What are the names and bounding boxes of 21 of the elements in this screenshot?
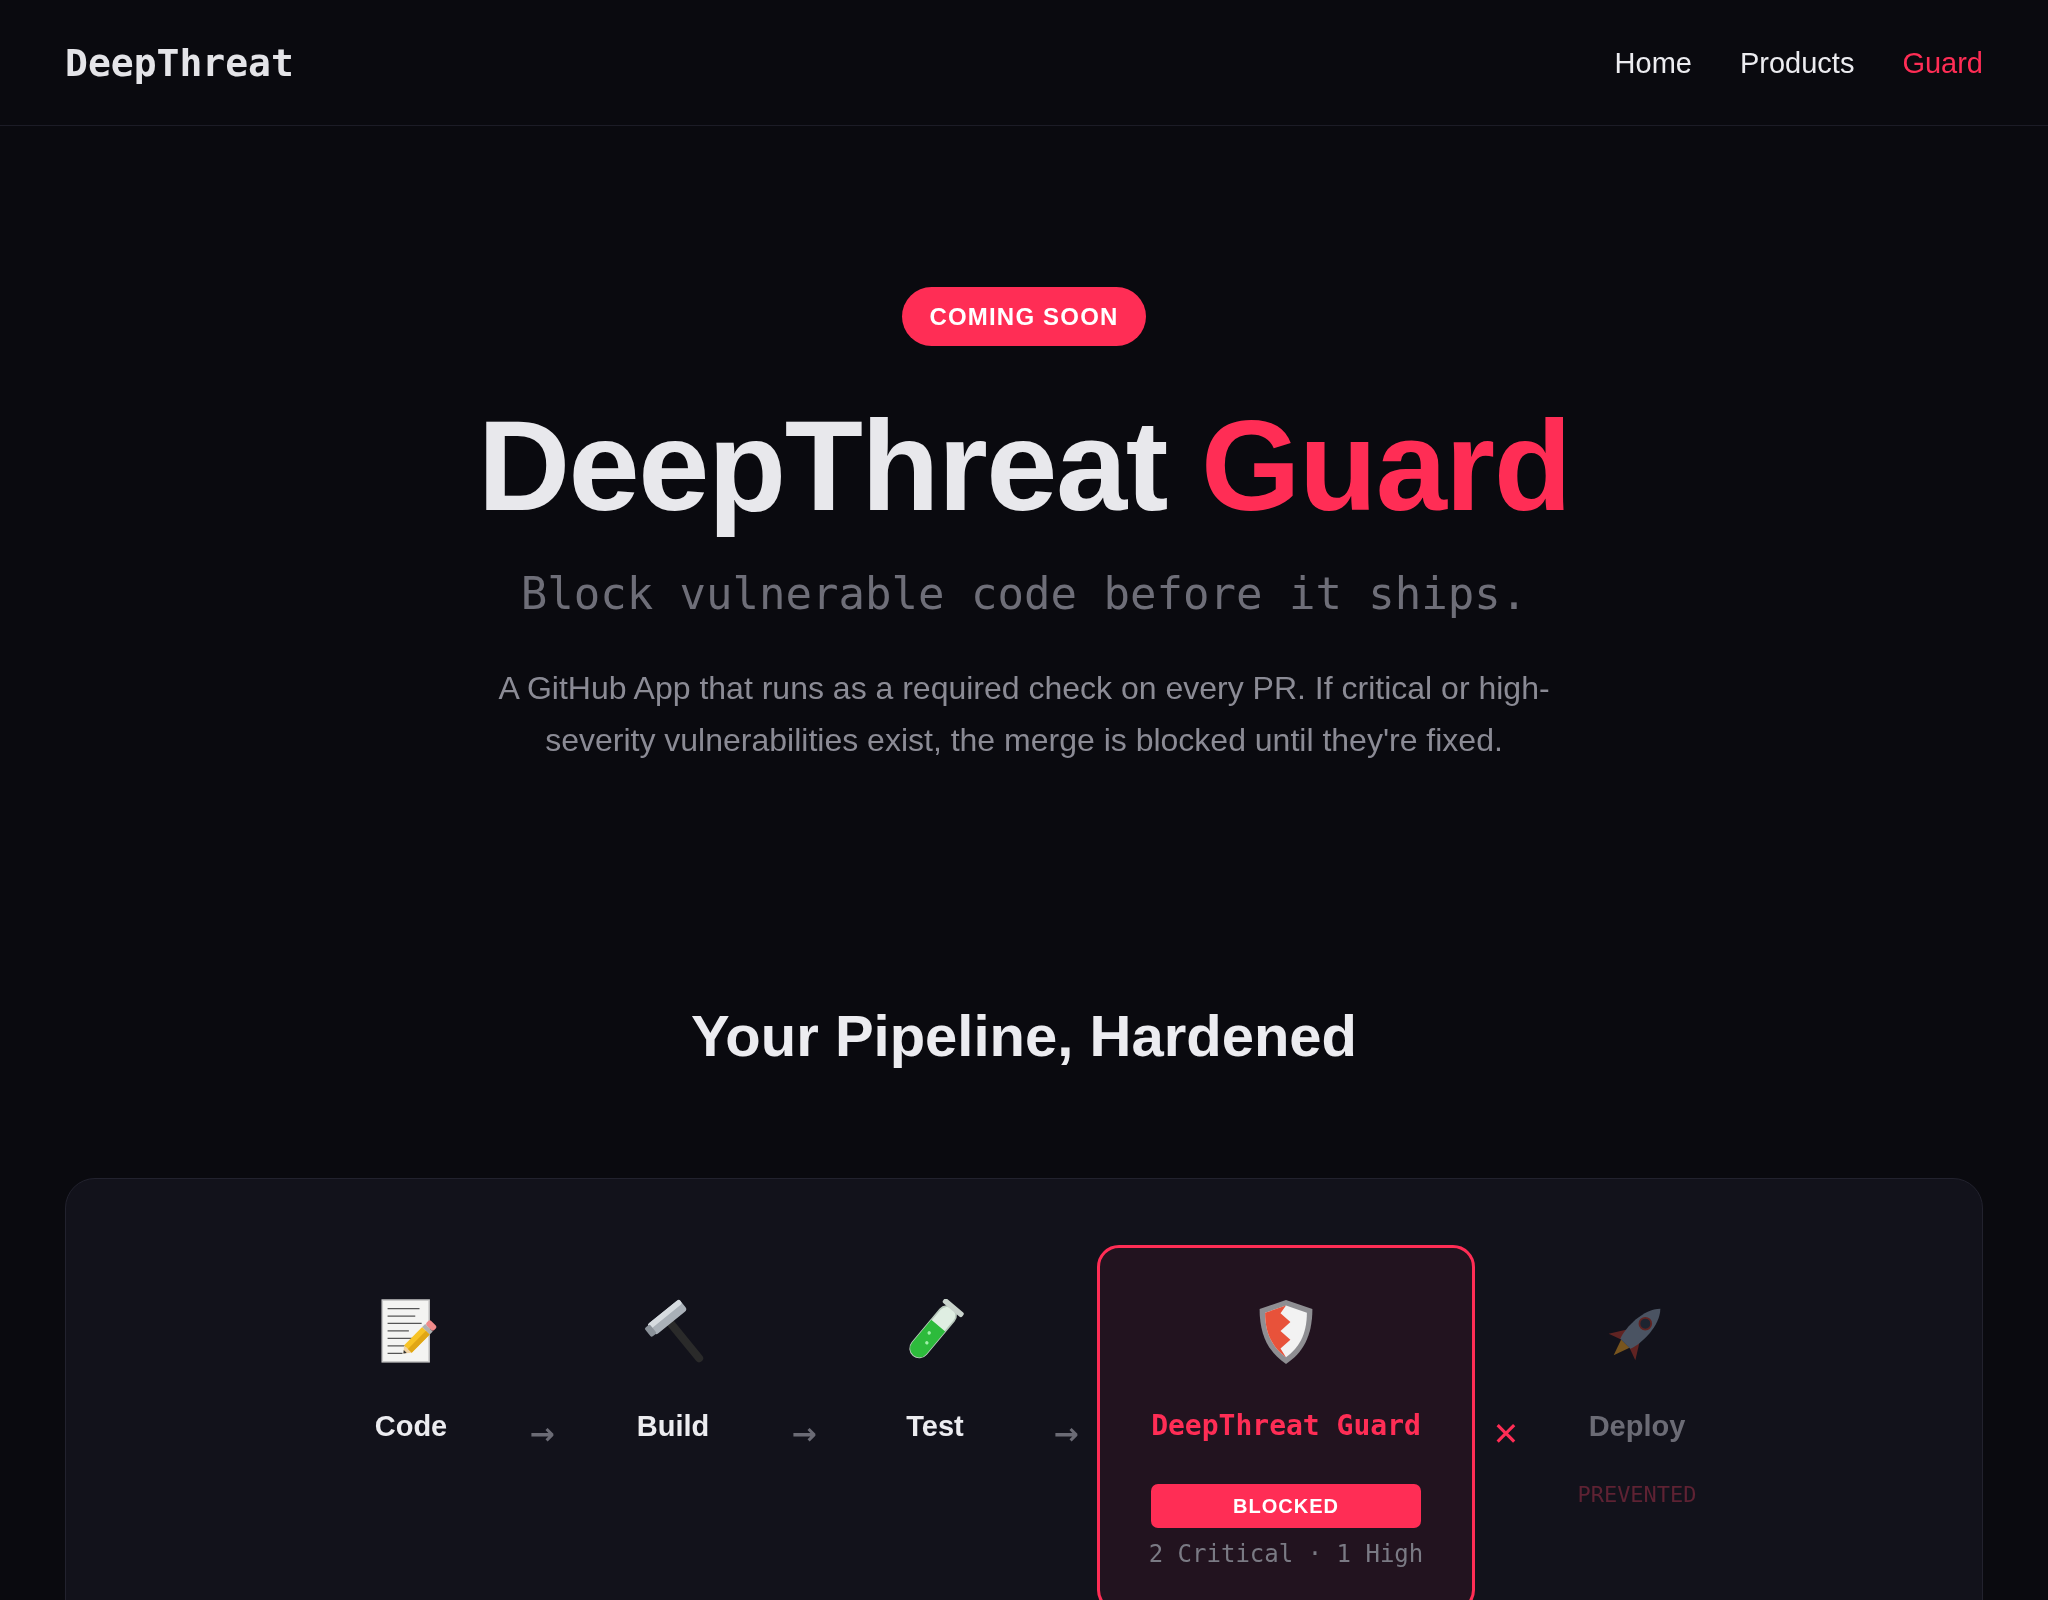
blocked-badge: BLOCKED	[1151, 1484, 1421, 1528]
hero-title: DeepThreat Guard	[477, 395, 1571, 536]
hero-description: A GitHub App that runs as a required check on every PR. If critical or high-severity vulnerabilities exist, the merge is blocked until they're fixed.	[497, 669, 1551, 760]
arrow-symbol: →	[1053, 1415, 1079, 1453]
card-title: DeepThreat Guard	[1151, 1408, 1421, 1444]
arrow-symbol: →	[529, 1415, 555, 1453]
hero-tagline: Block vulnerable code before it ships.	[520, 567, 1528, 621]
stage-label: Deploy	[1588, 1409, 1686, 1444]
severity-summary: 2 Critical · 1 High	[1148, 1539, 1424, 1569]
status-text: PREVENTED	[1577, 1481, 1697, 1509]
stage-label: Code	[374, 1409, 448, 1444]
cross-symbol: ✕	[1492, 1415, 1520, 1453]
stage-label: Test	[906, 1409, 964, 1444]
site-logo[interactable]: DeepThreat	[65, 39, 294, 86]
stage-label: Build	[636, 1409, 710, 1444]
section-heading: Your Pipeline, Hardened	[690, 1002, 1358, 1070]
arrow-symbol: →	[791, 1415, 817, 1453]
nav-link[interactable]: Home	[1614, 43, 1692, 82]
coming-soon-badge: COMING SOON	[902, 287, 1146, 346]
nav-link[interactable]: Products	[1739, 43, 1855, 82]
nav-link[interactable]: Guard	[1902, 43, 1983, 82]
